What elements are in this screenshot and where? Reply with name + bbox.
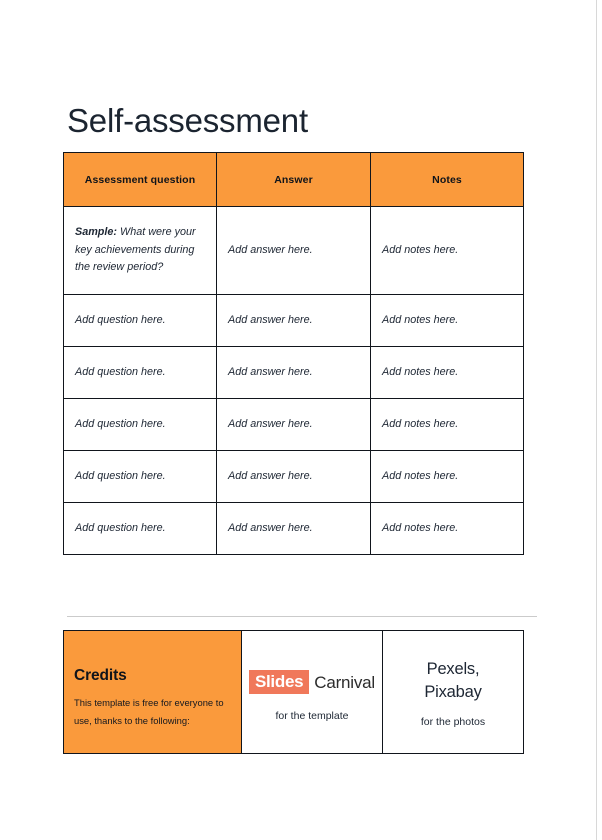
slide-canvas: Self-assessment Assessment question Answ… <box>0 0 597 840</box>
cell-answer[interactable]: Add answer here. <box>216 346 371 399</box>
column-header-question: Assessment question <box>63 152 217 207</box>
credits-body-text: This template is free for everyone to us… <box>74 697 224 726</box>
cell-question[interactable]: Add question here. <box>63 450 217 503</box>
photos-source-line-2: Pixabay <box>424 683 482 701</box>
cell-question[interactable]: Add question here. <box>63 502 217 555</box>
column-header-answer: Answer <box>216 152 371 207</box>
slidescarnival-logo[interactable]: Slides Carnival <box>248 670 376 694</box>
cell-notes[interactable]: Add notes here. <box>370 346 524 399</box>
credits-row: Credits This template is free for everyo… <box>63 630 524 754</box>
sample-label: Sample: <box>75 226 118 239</box>
photos-credit-caption: for the photos <box>420 715 486 728</box>
cell-notes[interactable]: Add notes here. <box>370 450 524 503</box>
assessment-table-body: Sample: What were your key achievements … <box>63 206 524 555</box>
cell-question[interactable]: Add question here. <box>63 398 217 451</box>
cell-answer[interactable]: Add answer here. <box>216 206 371 295</box>
page-title: Self-assessment <box>67 102 308 140</box>
cell-notes[interactable]: Add notes here. <box>370 398 524 451</box>
table-row: Sample: What were your key achievements … <box>63 206 524 295</box>
credits-photos-cell: Pexels, Pixabay for the photos <box>382 630 524 754</box>
cell-answer[interactable]: Add answer here. <box>216 502 371 555</box>
credits-intro-cell: Credits This template is free for everyo… <box>63 630 242 754</box>
cell-question[interactable]: Add question here. <box>63 346 217 399</box>
cell-answer[interactable]: Add answer here. <box>216 294 371 347</box>
cell-notes[interactable]: Add notes here. <box>370 294 524 347</box>
table-row: Add question here. Add answer here. Add … <box>63 294 524 347</box>
cell-question[interactable]: Add question here. <box>63 294 217 347</box>
credits-template-cell: Slides Carnival for the template <box>241 630 383 754</box>
slidescarnival-logo-carnival: Carnival <box>314 672 376 692</box>
table-row: Add question here. Add answer here. Add … <box>63 502 524 555</box>
photos-source-line-1: Pexels, <box>426 660 480 679</box>
assessment-table-head: Assessment question Answer Notes <box>63 152 524 207</box>
assessment-table: Assessment question Answer Notes Sample:… <box>63 152 524 555</box>
credits-divider <box>67 616 537 617</box>
table-row: Add question here. Add answer here. Add … <box>63 450 524 503</box>
cell-notes[interactable]: Add notes here. <box>370 206 524 295</box>
table-row: Add question here. Add answer here. Add … <box>63 346 524 399</box>
slidescarnival-logo-slides: Slides <box>248 670 310 694</box>
cell-notes[interactable]: Add notes here. <box>370 502 524 555</box>
table-row: Add question here. Add answer here. Add … <box>63 398 524 451</box>
column-header-notes: Notes <box>370 152 524 207</box>
photos-source-names[interactable]: Pexels, Pixabay <box>389 658 517 704</box>
cell-answer[interactable]: Add answer here. <box>216 398 371 451</box>
cell-question[interactable]: Sample: What were your key achievements … <box>63 206 217 295</box>
cell-answer[interactable]: Add answer here. <box>216 450 371 503</box>
credits-heading: Credits <box>74 667 127 685</box>
table-header-row: Assessment question Answer Notes <box>63 152 524 207</box>
credits-table: Credits This template is free for everyo… <box>63 630 524 754</box>
template-credit-caption: for the template <box>275 710 349 722</box>
